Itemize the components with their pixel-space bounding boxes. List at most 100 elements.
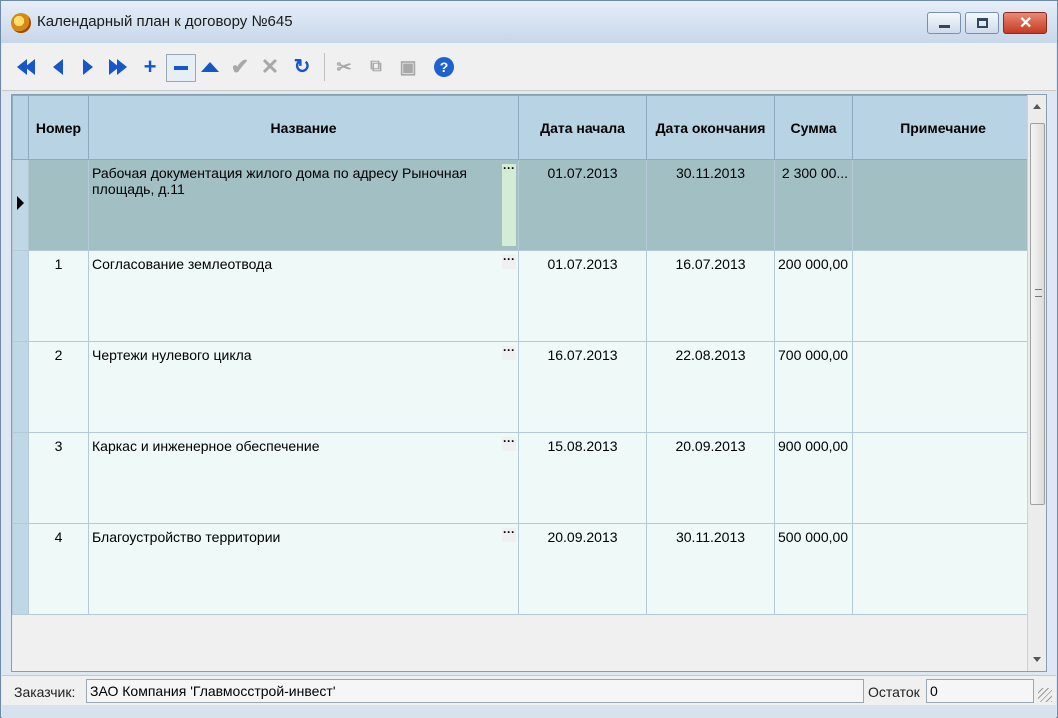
cell-start-date[interactable]: 01.07.2013: [518, 250, 647, 342]
ellipsis-button[interactable]: ···: [502, 162, 516, 246]
cell-start-date[interactable]: 01.07.2013: [518, 159, 647, 251]
copy-button[interactable]: ⧉: [364, 55, 388, 79]
cell-note[interactable]: [852, 341, 1035, 433]
toolbar: + ✔ ✕ ↻ ✂ ⧉ ▣ ?: [2, 43, 1056, 91]
plus-icon: +: [143, 54, 157, 79]
column-header-name[interactable]: Название: [88, 95, 519, 160]
edit-record-button[interactable]: [198, 55, 222, 79]
table-row-selected[interactable]: Рабочая документация жилого дома по адре…: [12, 159, 1035, 251]
ellipsis-button[interactable]: ···: [502, 253, 516, 269]
scroll-thumb[interactable]: [1030, 123, 1045, 505]
cell-end-date[interactable]: 22.08.2013: [646, 341, 775, 433]
row-indicator: [12, 250, 29, 342]
refresh-button[interactable]: ↻: [290, 55, 314, 79]
minus-icon: [174, 66, 188, 70]
cell-start-date[interactable]: 15.08.2013: [518, 432, 647, 524]
prev-record-button[interactable]: [46, 55, 70, 79]
row-indicator: [12, 523, 29, 615]
scroll-up-icon[interactable]: [1033, 104, 1041, 109]
table-row[interactable]: 3 Каркас и инженерное обеспечение ··· 15.…: [12, 432, 1035, 524]
delete-record-button[interactable]: [166, 54, 196, 82]
cancel-edit-button[interactable]: ✕: [258, 55, 282, 79]
cell-name[interactable]: Благоустройство территории ···: [88, 523, 519, 615]
maximize-icon: [977, 18, 988, 28]
cut-button[interactable]: ✂: [332, 55, 356, 79]
cell-end-date[interactable]: 16.07.2013: [646, 250, 775, 342]
vertical-scrollbar[interactable]: [1027, 95, 1046, 671]
cell-note[interactable]: [852, 523, 1035, 615]
cell-name-text: Каркас и инженерное обеспечение: [92, 438, 320, 454]
column-header-number[interactable]: Номер: [28, 95, 89, 160]
cell-sum[interactable]: 2 300 00...: [773, 159, 854, 251]
table-row[interactable]: 4 Благоустройство территории ··· 20.09.20…: [12, 523, 1035, 615]
help-icon: ?: [434, 57, 454, 77]
cell-name[interactable]: Согласование землеотвода ···: [88, 250, 519, 342]
checkmark-icon: ✔: [230, 54, 250, 79]
calendar-plan-window: Календарный план к договору №645 ✕ + ✔ ✕…: [0, 0, 1058, 718]
cell-name[interactable]: Рабочая документация жилого дома по адре…: [88, 159, 519, 251]
ellipsis-button[interactable]: ···: [502, 344, 516, 360]
help-button[interactable]: ?: [432, 55, 456, 79]
row-indicator: [12, 341, 29, 433]
column-header-end-date[interactable]: Дата окончания: [646, 95, 775, 160]
cell-number[interactable]: [28, 159, 89, 251]
close-button[interactable]: ✕: [1003, 12, 1047, 34]
paste-button[interactable]: ▣: [396, 55, 420, 79]
double-arrow-right-icon: [109, 59, 127, 75]
add-record-button[interactable]: +: [138, 55, 162, 79]
cell-name[interactable]: Чертежи нулевого цикла ···: [88, 341, 519, 433]
column-header-start-date[interactable]: Дата начала: [518, 95, 647, 160]
cell-sum[interactable]: 900 000,00: [773, 432, 854, 524]
ellipsis-button[interactable]: ···: [502, 526, 516, 542]
row-indicator: [12, 432, 29, 524]
customer-field[interactable]: ЗАО Компания 'Главмосстрой-инвест': [86, 679, 864, 703]
remainder-label: Остаток: [868, 684, 920, 700]
cell-sum[interactable]: 700 000,00: [773, 341, 854, 433]
data-grid[interactable]: Номер Название Дата начала Дата окончани…: [11, 94, 1047, 672]
minimize-icon: [939, 25, 950, 28]
scissors-icon: ✂: [336, 57, 352, 77]
last-record-button[interactable]: [106, 55, 130, 79]
cell-note[interactable]: [852, 250, 1035, 342]
cell-end-date[interactable]: 30.11.2013: [646, 523, 775, 615]
x-icon: ✕: [260, 54, 280, 79]
next-record-button[interactable]: [76, 55, 100, 79]
cell-end-date[interactable]: 20.09.2013: [646, 432, 775, 524]
maximize-button[interactable]: [965, 12, 999, 34]
cell-name-text: Рабочая документация жилого дома по адре…: [92, 165, 467, 197]
arrow-left-icon: [53, 59, 63, 75]
window-title: Календарный план к договору №645: [37, 13, 293, 30]
column-header-note[interactable]: Примечание: [852, 95, 1035, 160]
minimize-button[interactable]: [927, 12, 961, 34]
cell-name-text: Согласование землеотвода: [92, 256, 273, 272]
table-row[interactable]: 1 Согласование землеотвода ··· 01.07.2013…: [12, 250, 1035, 342]
column-header-sum[interactable]: Сумма: [773, 95, 854, 160]
first-record-button[interactable]: [14, 55, 38, 79]
ellipsis-button[interactable]: ···: [502, 435, 516, 451]
cell-start-date[interactable]: 16.07.2013: [518, 341, 647, 433]
cell-start-date[interactable]: 20.09.2013: [518, 523, 647, 615]
app-gear-icon: [11, 13, 31, 33]
paste-icon: ▣: [399, 57, 417, 77]
cell-note[interactable]: [852, 432, 1035, 524]
cell-number[interactable]: 3: [28, 432, 89, 524]
scroll-down-icon[interactable]: [1033, 657, 1041, 662]
post-edit-button[interactable]: ✔: [228, 55, 252, 79]
cell-number[interactable]: 2: [28, 341, 89, 433]
cell-name-text: Благоустройство территории: [92, 529, 281, 545]
grip-icon: [1035, 289, 1042, 297]
remainder-field[interactable]: 0: [926, 679, 1034, 703]
cell-number[interactable]: 4: [28, 523, 89, 615]
resize-grip-icon[interactable]: [1038, 688, 1052, 702]
cell-end-date[interactable]: 30.11.2013: [646, 159, 775, 251]
double-arrow-left-icon: [17, 59, 35, 75]
cell-sum[interactable]: 200 000,00: [773, 250, 854, 342]
title-bar[interactable]: Календарный план к договору №645 ✕: [1, 1, 1057, 43]
cell-sum[interactable]: 500 000,00: [773, 523, 854, 615]
cell-note[interactable]: [852, 159, 1035, 251]
table-row[interactable]: 2 Чертежи нулевого цикла ··· 16.07.2013 2…: [12, 341, 1035, 433]
cell-name[interactable]: Каркас и инженерное обеспечение ···: [88, 432, 519, 524]
customer-label: Заказчик:: [14, 684, 76, 700]
status-bar: Заказчик: ЗАО Компания 'Главмосстрой-инв…: [2, 675, 1056, 705]
cell-number[interactable]: 1: [28, 250, 89, 342]
